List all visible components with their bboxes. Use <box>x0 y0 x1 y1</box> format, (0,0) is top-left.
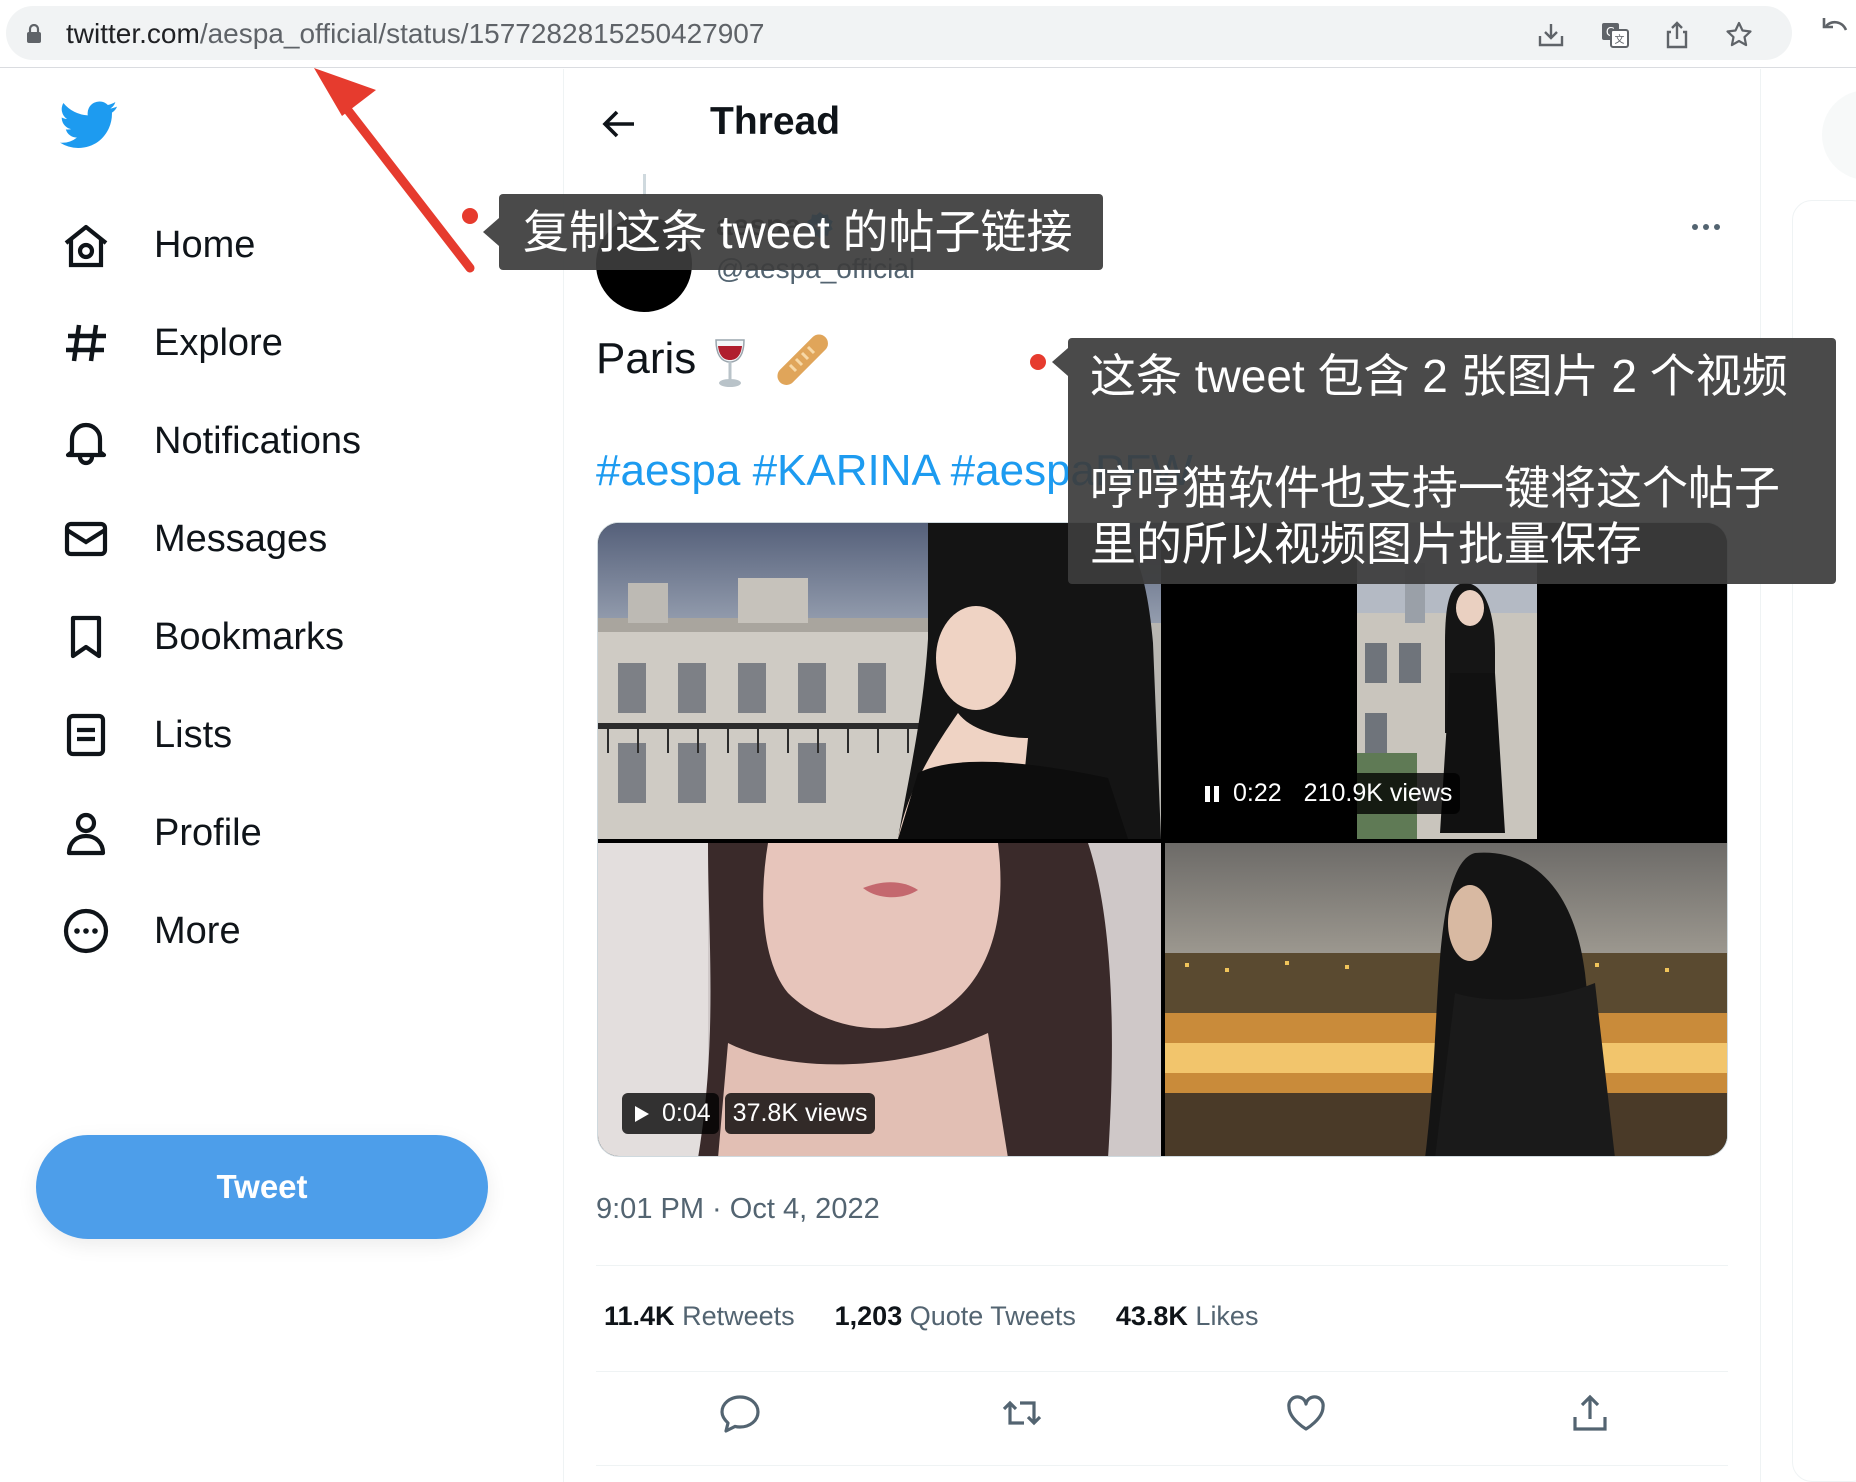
search-button[interactable] <box>1822 90 1856 180</box>
callout-line: 里的所以视频图片批量保存 <box>1090 518 1642 570</box>
video-views: 37.8K views <box>732 1099 868 1127</box>
baguette-emoji <box>777 334 828 385</box>
sidebar-item-notifications[interactable]: Notifications <box>60 411 361 471</box>
callout-line: 这条 tweet 包含 2 张图片 2 个视频 <box>1090 350 1788 402</box>
video-views-chip: 37.8K views <box>724 1093 876 1134</box>
sidebar-item-more[interactable]: More <box>60 901 241 961</box>
photo-image <box>1165 843 1727 1156</box>
callout-spacer <box>1090 404 1814 460</box>
sidebar-item-label: Messages <box>154 517 328 560</box>
sidebar-item-profile[interactable]: Profile <box>60 803 262 863</box>
tweet-stats: 11.4K Retweets 1,203 Quote Tweets 43.8K … <box>604 1301 1258 1332</box>
bell-icon <box>65 422 107 466</box>
video-status-chip: 0:22 <box>1193 773 1290 814</box>
quote-tweets-stat[interactable]: 1,203 Quote Tweets <box>835 1301 1076 1332</box>
divider <box>596 1371 1728 1372</box>
callout-marker <box>462 208 478 224</box>
sidebar-item-label: Home <box>154 223 256 266</box>
divider <box>596 1465 1728 1466</box>
url-field[interactable]: twitter.com/aespa_official/status/157728… <box>6 6 1792 60</box>
video-info-overlay: 0:22 210.9K views <box>1193 773 1461 814</box>
sidebar-item-home[interactable]: Home <box>60 215 255 275</box>
sidebar-item-label: Lists <box>154 713 233 756</box>
annotation-callout: 复制这条 tweet 的帖子链接 <box>483 194 1103 270</box>
hashtag-icon <box>66 324 106 362</box>
thread-column: Thread aespa @aespa_official Paris #aesp… <box>563 69 1761 1482</box>
tweet-text: Paris <box>596 334 697 383</box>
download-icon[interactable] <box>1536 20 1566 50</box>
envelope-icon <box>64 521 108 557</box>
media-grid: 0:22 210.9K views 0:04 37.8K views <box>597 522 1728 1157</box>
sidebar-item-label: More <box>154 909 241 952</box>
list-icon <box>66 713 106 757</box>
video-views-chip: 210.9K views <box>1295 773 1461 814</box>
likes-stat[interactable]: 43.8K Likes <box>1116 1301 1259 1332</box>
sidebar-item-lists[interactable]: Lists <box>60 705 232 765</box>
sidebar-item-label: Explore <box>154 321 283 364</box>
tweet-button[interactable]: Tweet <box>36 1135 488 1239</box>
tweet-video[interactable]: 0:04 37.8K views <box>598 843 1161 1156</box>
lock-icon <box>27 24 41 43</box>
tweet-photo[interactable] <box>1165 843 1727 1156</box>
page-title: Thread <box>710 100 841 143</box>
svg-text:文: 文 <box>1615 33 1625 46</box>
retweet-icon[interactable] <box>1000 1391 1044 1435</box>
sidebar-item-messages[interactable]: Messages <box>60 509 327 569</box>
share-icon[interactable] <box>1568 1391 1612 1435</box>
sidebar: Home Explore Notifications Messages Book… <box>0 69 562 1482</box>
sidebar-item-explore[interactable]: Explore <box>60 313 283 373</box>
sidebar-item-label: Bookmarks <box>154 615 345 658</box>
sidebar-item-bookmarks[interactable]: Bookmarks <box>60 607 344 667</box>
undo-arrow-icon[interactable] <box>1820 14 1850 44</box>
annotation-callout: 这条 tweet 包含 2 张图片 2 个视频 哼哼猫软件也支持一键将这个帖子 … <box>1052 338 1836 584</box>
share-icon[interactable] <box>1662 20 1692 50</box>
home-icon <box>64 224 108 268</box>
url-text: twitter.com/aespa_official/status/157728… <box>66 18 765 49</box>
play-icon[interactable] <box>630 1103 652 1125</box>
back-arrow-icon[interactable] <box>600 105 638 143</box>
video-views: 210.9K views <box>1303 779 1453 807</box>
callout-marker <box>1030 354 1046 370</box>
pause-icon[interactable] <box>1201 783 1223 805</box>
video-info-overlay: 0:04 37.8K views <box>622 1093 876 1134</box>
translate-icon[interactable]: G 文 <box>1600 20 1630 50</box>
like-icon[interactable] <box>1284 1391 1328 1435</box>
retweets-stat[interactable]: 11.4K Retweets <box>604 1301 795 1332</box>
more-options-icon[interactable] <box>1688 209 1724 245</box>
bookmark-star-icon[interactable] <box>1724 20 1754 50</box>
video-status-chip: 0:04 <box>622 1093 719 1134</box>
red-arrow-annotation <box>314 68 475 273</box>
video-duration: 0:04 <box>662 1099 711 1127</box>
twitter-bird-icon[interactable] <box>60 99 118 151</box>
tweet-timestamp[interactable]: 9:01 PM · Oct 4, 2022 <box>596 1193 880 1226</box>
wine-glass-emoji <box>715 339 745 387</box>
thread-connector <box>643 174 646 196</box>
person-icon <box>66 812 106 856</box>
more-circle-icon <box>63 908 109 954</box>
divider <box>596 1265 1728 1266</box>
browser-address-bar: twitter.com/aespa_official/status/157728… <box>0 0 1856 68</box>
callout-line: 哼哼猫软件也支持一键将这个帖子 <box>1090 462 1780 514</box>
sidebar-item-label: Notifications <box>154 419 361 462</box>
video-duration: 0:22 <box>1233 779 1282 807</box>
bookmark-icon <box>70 615 102 659</box>
sidebar-item-label: Profile <box>154 811 262 854</box>
reply-icon[interactable] <box>718 1391 762 1435</box>
